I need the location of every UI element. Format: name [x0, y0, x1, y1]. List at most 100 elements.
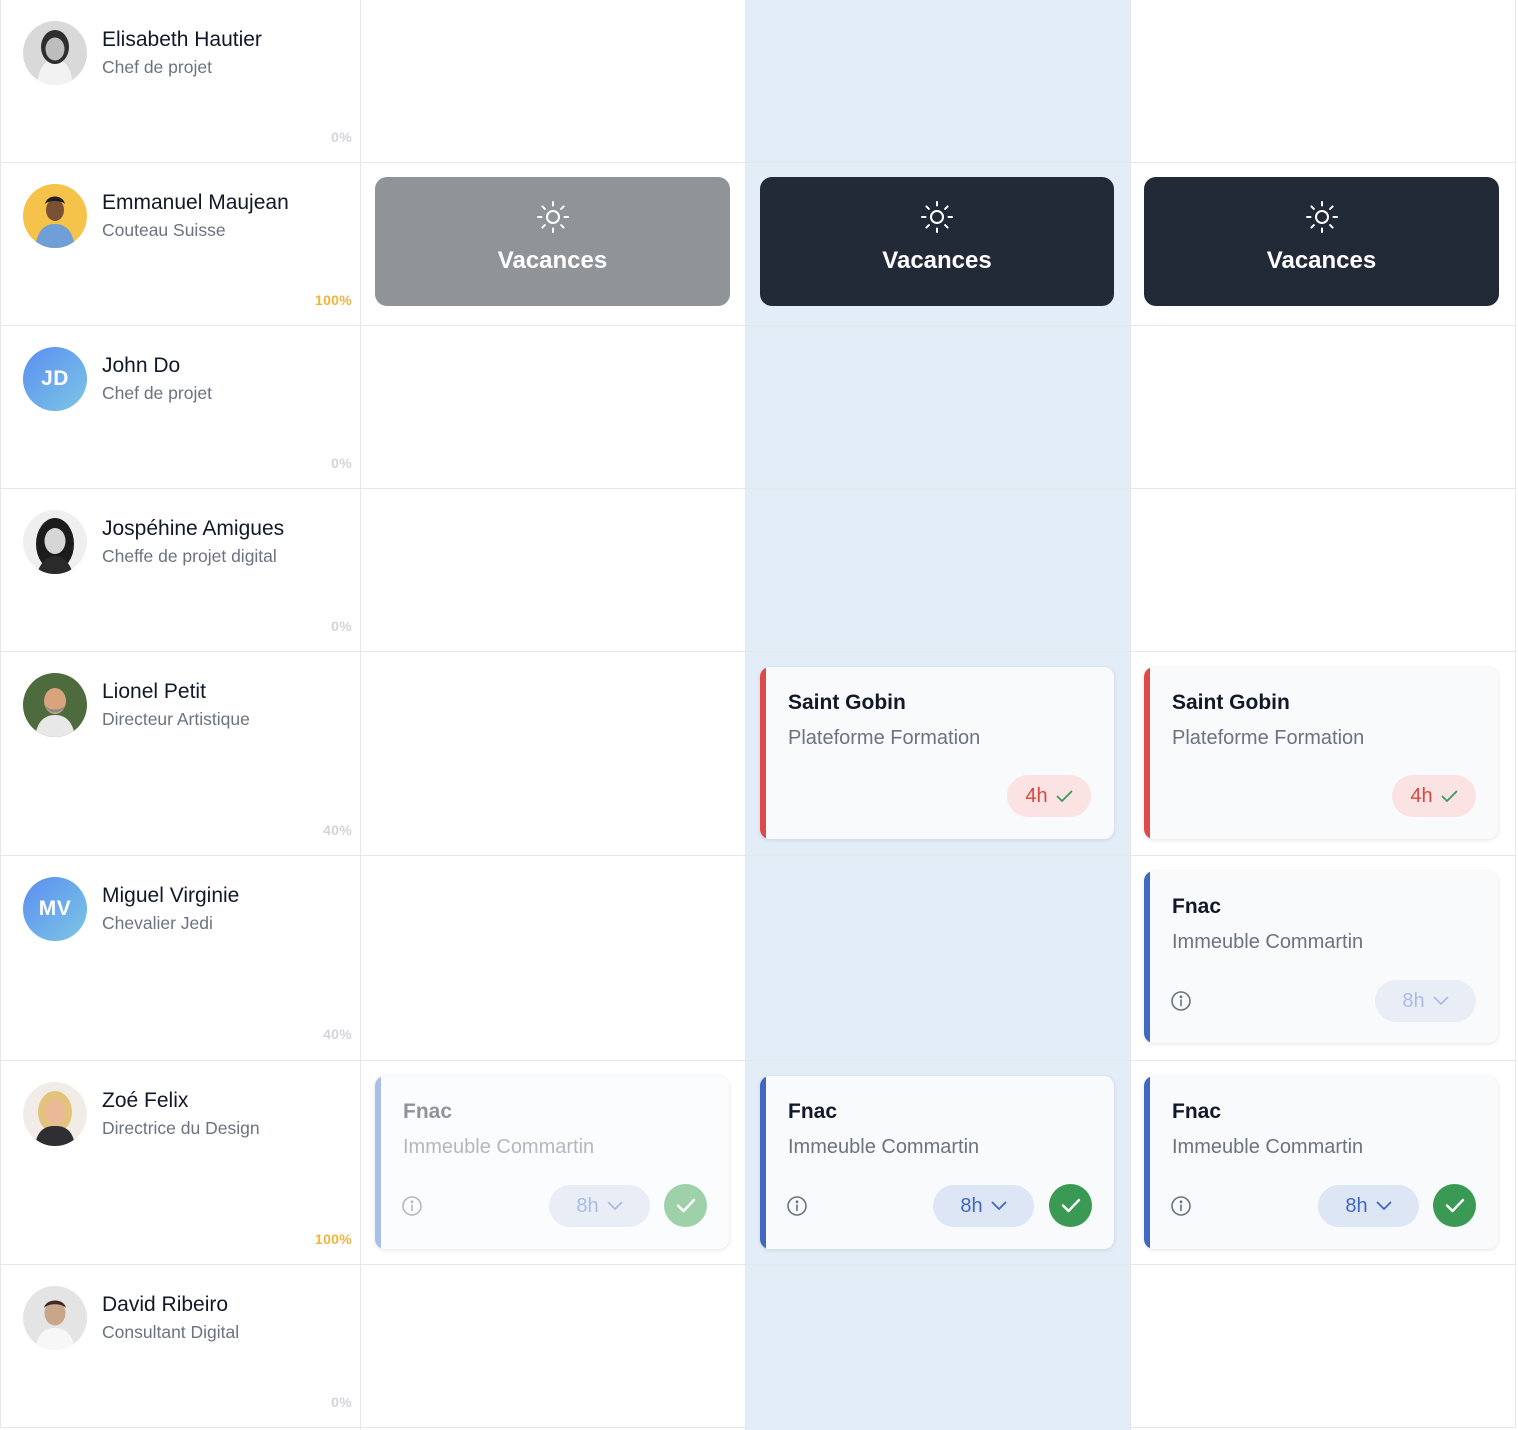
card-accent-bar — [1144, 1076, 1150, 1249]
vacation-block[interactable]: Vacances — [375, 177, 730, 306]
card-accent-bar — [760, 667, 766, 839]
person-name: Jospéhine Amigues — [102, 517, 285, 540]
hours-dropdown[interactable]: 8h — [1375, 980, 1476, 1022]
hours-badge[interactable]: 4h — [1007, 775, 1091, 817]
avatar — [23, 673, 87, 737]
hours-value: 8h — [1402, 989, 1425, 1012]
hours-value: 8h — [576, 1194, 599, 1217]
person-name: David Ribeiro — [102, 1293, 229, 1316]
person-name: Elisabeth Hautier — [102, 28, 262, 51]
person-role: Chevalier Jedi — [102, 913, 213, 933]
assignment-card[interactable]: Fnac Immeuble Commartin 8h — [375, 1076, 729, 1249]
card-accent-bar — [1144, 871, 1150, 1043]
person-name: Emmanuel Maujean — [102, 191, 289, 214]
confirm-button[interactable] — [1433, 1184, 1476, 1227]
chevron-down-icon — [1433, 996, 1449, 1005]
vacation-label: Vacances — [497, 247, 608, 274]
workload-percent: 100% — [314, 292, 352, 308]
person-row-david-ribeiro[interactable]: David Ribeiro Consultant Digital 0% — [1, 1265, 360, 1428]
card-accent-bar — [375, 1076, 381, 1249]
assignment-card[interactable]: Saint Gobin Plateforme Formation 4h — [1144, 667, 1498, 839]
project-name: Immeuble Commartin — [788, 1136, 980, 1158]
vacation-block[interactable]: Vacances — [1144, 177, 1499, 306]
person-name: Lionel Petit — [102, 680, 206, 703]
sun-icon — [536, 201, 569, 233]
person-row-josephine-amigues[interactable]: Jospéhine Amigues Cheffe de projet digit… — [1, 489, 360, 651]
person-role: Chef de projet — [102, 383, 212, 403]
avatar — [23, 184, 87, 248]
client-name: Saint Gobin — [1172, 691, 1290, 714]
card-accent-bar — [1144, 667, 1150, 839]
assignment-card[interactable]: Fnac Immeuble Commartin 8h — [1144, 871, 1498, 1043]
client-name: Fnac — [1172, 895, 1222, 918]
person-name: Zoé Felix — [102, 1089, 189, 1112]
hours-badge[interactable]: 4h — [1392, 775, 1476, 817]
sun-icon — [921, 201, 953, 233]
person-role: Directrice du Design — [102, 1118, 260, 1138]
project-name: Immeuble Commartin — [1172, 1136, 1364, 1158]
avatar — [23, 1082, 87, 1146]
info-icon[interactable] — [401, 1195, 423, 1217]
person-role: Cheffe de projet digital — [102, 546, 277, 566]
workload-percent: 0% — [331, 455, 352, 471]
card-accent-bar — [760, 1076, 766, 1249]
project-name: Immeuble Commartin — [403, 1136, 595, 1158]
workload-percent: 0% — [331, 618, 352, 634]
project-name: Plateforme Formation — [788, 727, 981, 749]
client-name: Fnac — [403, 1100, 453, 1123]
sun-icon — [1305, 201, 1338, 233]
person-role: Directeur Artistique — [102, 709, 250, 729]
column-divider — [1130, 0, 1131, 1430]
avatar-initials: JD — [23, 347, 87, 411]
person-row-elisabeth-hautier[interactable]: Elisabeth Hautier Chef de projet 0% — [1, 0, 360, 162]
vacation-block[interactable]: Vacances — [760, 177, 1114, 306]
column-divider — [360, 0, 361, 1430]
project-name: Immeuble Commartin — [1172, 931, 1364, 953]
hours-value: 8h — [1345, 1194, 1368, 1217]
workload-percent: 0% — [331, 129, 352, 145]
check-icon — [1056, 790, 1073, 802]
chevron-down-icon — [1376, 1201, 1392, 1210]
chevron-down-icon — [607, 1201, 623, 1210]
workload-percent: 40% — [323, 1026, 352, 1042]
workload-percent: 40% — [323, 822, 352, 838]
hours-dropdown[interactable]: 8h — [1318, 1185, 1419, 1227]
check-icon — [1441, 790, 1458, 802]
confirm-button[interactable] — [664, 1184, 707, 1227]
client-name: Fnac — [1172, 1100, 1222, 1123]
workload-percent: 0% — [331, 1394, 352, 1410]
avatar — [23, 510, 87, 574]
column-divider — [745, 0, 746, 1430]
person-row-miguel-virginie[interactable]: MV Miguel Virginie Chevalier Jedi 40% — [1, 856, 360, 1060]
person-row-john-do[interactable]: JD John Do Chef de projet 0% — [1, 326, 360, 488]
assignment-card[interactable]: Fnac Immeuble Commartin 8h — [760, 1076, 1114, 1249]
hours-dropdown[interactable]: 8h — [933, 1185, 1034, 1227]
chevron-down-icon — [991, 1201, 1007, 1210]
vacation-label: Vacances — [1266, 247, 1377, 274]
person-row-emmanuel-maujean[interactable]: Emmanuel Maujean Couteau Suisse 100% — [1, 163, 360, 325]
avatar — [23, 21, 87, 85]
client-name: Fnac — [788, 1100, 838, 1123]
avatar — [23, 1286, 87, 1350]
info-icon[interactable] — [1170, 990, 1192, 1012]
person-row-lionel-petit[interactable]: Lionel Petit Directeur Artistique 40% — [1, 652, 360, 855]
person-role: Chef de projet — [102, 57, 212, 77]
assignment-card[interactable]: Fnac Immeuble Commartin 8h — [1144, 1076, 1498, 1249]
confirm-button[interactable] — [1049, 1184, 1092, 1227]
info-icon[interactable] — [1170, 1195, 1192, 1217]
check-icon — [676, 1198, 695, 1213]
assignment-card[interactable]: Saint Gobin Plateforme Formation 4h — [760, 667, 1114, 839]
person-name: Miguel Virginie — [102, 884, 240, 907]
check-icon — [1445, 1198, 1464, 1213]
person-row-zoe-felix[interactable]: Zoé Felix Directrice du Design 100% — [1, 1061, 360, 1264]
hours-value: 8h — [960, 1194, 983, 1217]
check-icon — [1061, 1198, 1080, 1213]
workload-percent: 100% — [314, 1231, 352, 1247]
avatar-initials: MV — [23, 877, 87, 941]
person-name: John Do — [102, 354, 181, 377]
hours-value: 4h — [1410, 784, 1433, 807]
hours-dropdown[interactable]: 8h — [549, 1185, 650, 1227]
info-icon[interactable] — [786, 1195, 808, 1217]
person-role: Couteau Suisse — [102, 220, 226, 240]
client-name: Saint Gobin — [788, 691, 906, 714]
